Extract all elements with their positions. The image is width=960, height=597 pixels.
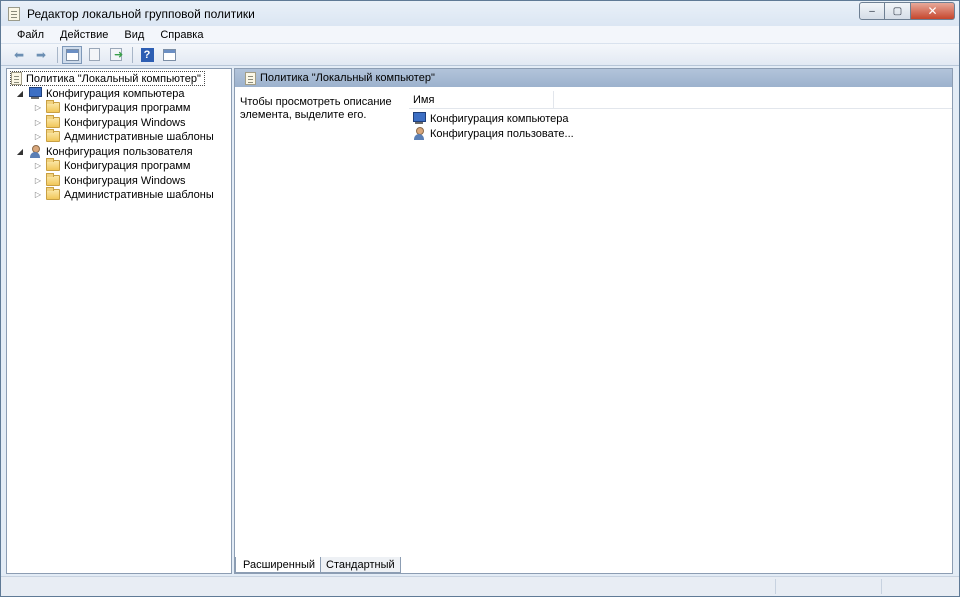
tab-extended[interactable]: Расширенный: [235, 557, 321, 573]
show-hide-tree-button[interactable]: [62, 45, 82, 64]
tree-item-label: Конфигурация пользователя: [46, 145, 193, 158]
tree-item-label: Административные шаблоны: [64, 188, 214, 201]
tab-standard[interactable]: Стандартный: [320, 557, 401, 573]
menu-help[interactable]: Справка: [152, 29, 211, 41]
tree-item-computer-config[interactable]: ◢ Конфигурация компьютера: [15, 86, 184, 101]
close-button[interactable]: ✕: [911, 2, 955, 20]
expand-arrow-icon[interactable]: ▷: [33, 132, 43, 142]
minimize-button[interactable]: –: [859, 2, 885, 20]
tree-item-label: Конфигурация программ: [64, 101, 191, 114]
status-separator: [775, 579, 776, 594]
tree-item-user-admin-templates[interactable]: ▷ Административные шаблоны: [33, 187, 214, 202]
tree-item-label: Конфигурация Windows: [64, 116, 186, 129]
properties-button[interactable]: [84, 46, 104, 64]
export-list-button[interactable]: [106, 46, 126, 64]
folder-icon: [46, 158, 60, 171]
back-button[interactable]: ⬅: [9, 46, 29, 64]
folder-icon: [46, 100, 60, 113]
list-column-header: Имя: [409, 90, 952, 109]
computer-icon: [412, 112, 426, 125]
maximize-button[interactable]: ▢: [885, 2, 911, 20]
column-name-header[interactable]: Имя: [409, 90, 554, 109]
folder-icon: [46, 115, 60, 128]
window-controls: – ▢ ✕: [859, 2, 955, 20]
details-header-title: Политика "Локальный компьютер": [260, 72, 435, 84]
help-button[interactable]: ?: [137, 46, 157, 64]
tree-item-label: Административные шаблоны: [64, 130, 214, 143]
help-icon: ?: [140, 47, 154, 62]
expand-arrow-icon[interactable]: ▷: [33, 176, 43, 186]
user-icon: [28, 145, 42, 158]
tree-item-label: Конфигурация программ: [64, 159, 191, 172]
folder-icon: [46, 129, 60, 142]
window-title: Редактор локальной групповой политики: [27, 7, 255, 21]
forward-button[interactable]: ➡: [31, 46, 51, 64]
details-pane: Политика "Локальный компьютер" Чтобы про…: [234, 68, 953, 574]
properties-icon: [88, 48, 100, 61]
status-separator: [881, 579, 882, 594]
tree-item-computer-windows[interactable]: ▷ Конфигурация Windows: [33, 115, 186, 130]
tree-item-label: Конфигурация Windows: [64, 174, 186, 187]
toolbar: ⬅ ➡ ?: [1, 44, 959, 66]
arrow-right-icon: ➡: [35, 47, 47, 62]
computer-icon: [28, 87, 42, 100]
title-bar[interactable]: Редактор локальной групповой политики – …: [1, 1, 959, 26]
description-text: Чтобы просмотреть описание элемента, выд…: [240, 96, 392, 121]
status-bar: [1, 576, 959, 596]
toolbar-separator: [57, 46, 58, 63]
menu-file[interactable]: Файл: [9, 29, 52, 41]
user-icon: [412, 127, 426, 140]
action-pane-icon: [162, 48, 176, 61]
tree-item-computer-software[interactable]: ▷ Конфигурация программ: [33, 100, 190, 115]
expand-arrow-icon[interactable]: ▷: [33, 190, 43, 200]
collapse-arrow-icon[interactable]: ◢: [15, 147, 25, 157]
folder-icon: [46, 173, 60, 186]
tree-item-user-windows[interactable]: ▷ Конфигурация Windows: [33, 173, 186, 188]
export-icon: [110, 48, 123, 61]
expand-arrow-icon[interactable]: ▷: [33, 118, 43, 128]
policy-editor-icon: [8, 7, 20, 21]
menu-view[interactable]: Вид: [116, 29, 152, 41]
menu-bar: Файл Действие Вид Справка: [1, 26, 959, 44]
tree-item-root[interactable]: Политика "Локальный компьютер": [10, 71, 205, 86]
action-pane-button[interactable]: [159, 46, 179, 64]
menu-action[interactable]: Действие: [52, 29, 116, 41]
expand-arrow-icon[interactable]: ▷: [33, 161, 43, 171]
expand-arrow-icon[interactable]: ▷: [33, 103, 43, 113]
arrow-left-icon: ⬅: [13, 47, 25, 62]
policy-icon: [11, 72, 22, 85]
folder-icon: [46, 187, 60, 200]
console-tree-icon: [65, 48, 79, 61]
tree-item-user-config[interactable]: ◢ Конфигурация пользователя: [15, 144, 193, 159]
window: Редактор локальной групповой политики – …: [0, 0, 960, 597]
tree-item-label: Политика "Локальный компьютер": [26, 72, 201, 85]
tree-item-user-software[interactable]: ▷ Конфигурация программ: [33, 158, 190, 173]
collapse-arrow-icon[interactable]: ◢: [15, 89, 25, 99]
tree-item-label: Конфигурация компьютера: [46, 87, 185, 100]
list-item-label: Конфигурация компьютера: [430, 112, 569, 125]
list-item-computer-config[interactable]: Конфигурация компьютера: [412, 111, 568, 126]
tree-item-computer-admin-templates[interactable]: ▷ Административные шаблоны: [33, 129, 214, 144]
list-item-label: Конфигурация пользовате...: [430, 127, 574, 140]
list-item-user-config[interactable]: Конфигурация пользовате...: [412, 126, 574, 141]
toolbar-separator: [132, 46, 133, 63]
console-tree[interactable]: Политика "Локальный компьютер" ◢ Конфигу…: [6, 68, 232, 574]
policy-icon: [245, 71, 256, 85]
details-header: Политика "Локальный компьютер": [235, 69, 952, 87]
view-tabs: Расширенный Стандартный: [235, 557, 401, 573]
